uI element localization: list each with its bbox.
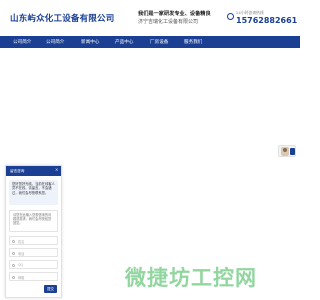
service-badge-icon bbox=[290, 148, 295, 155]
message-panel-title: 留言咨询 bbox=[10, 168, 25, 173]
service-avatar-icon bbox=[281, 147, 289, 156]
greeting-message: 您好您好光临，当前在线客人员不在线，请留言，不会错过，我们会尽快联系您。 bbox=[9, 180, 58, 205]
submit-button[interactable]: 提交 bbox=[44, 285, 57, 293]
nav-item-about[interactable]: 公司简介 bbox=[46, 39, 64, 45]
nav-item-news[interactable]: 新闻中心 bbox=[81, 39, 99, 45]
email-field[interactable]: 邮箱 bbox=[9, 272, 58, 281]
hotline-number[interactable]: 15762882661 bbox=[236, 16, 297, 25]
qq-field-label: QQ bbox=[18, 263, 24, 268]
close-icon[interactable]: × bbox=[55, 168, 58, 172]
user-icon bbox=[12, 239, 15, 243]
watermark: 微捷坊工控网 bbox=[125, 266, 257, 290]
message-input[interactable] bbox=[9, 210, 58, 232]
qq-field[interactable]: QQ bbox=[9, 260, 58, 269]
nav-item-home[interactable]: 公司简介 bbox=[13, 39, 31, 45]
qq-icon bbox=[12, 263, 15, 267]
nav-item-contact[interactable]: 服务我们 bbox=[184, 39, 202, 45]
name-field[interactable]: 姓名 bbox=[9, 236, 58, 245]
email-icon bbox=[12, 275, 15, 279]
phone-icon bbox=[12, 251, 15, 255]
email-field-label: 邮箱 bbox=[18, 276, 25, 281]
message-panel: 留言咨询 × 您好您好光临，当前在线客人员不在线，请留言，不会错过，我们会尽快联… bbox=[5, 165, 62, 298]
company-logo-text[interactable]: 山东屿众化工设备有限公司 bbox=[10, 12, 114, 24]
main-nav: 公司简介 公司简介 新闻中心 产品中心 厂房设备 服务我们 bbox=[0, 36, 300, 48]
company-subtitle: 济宁吉瑞化工设备有限公司 bbox=[138, 19, 199, 25]
message-panel-header: 留言咨询 × bbox=[6, 166, 61, 176]
phone-field-label: 电话 bbox=[18, 252, 25, 257]
slogan: 我们是一家研发专业、设备精良 bbox=[138, 11, 211, 17]
site-header: 山东屿众化工设备有限公司 我们是一家研发专业、设备精良 济宁吉瑞化工设备有限公司… bbox=[0, 0, 300, 33]
customer-service-float[interactable] bbox=[278, 145, 296, 157]
nav-item-products[interactable]: 产品中心 bbox=[115, 39, 133, 45]
nav-item-facilities[interactable]: 厂房设备 bbox=[150, 39, 168, 45]
name-field-label: 姓名 bbox=[18, 240, 25, 245]
phone-icon bbox=[227, 13, 234, 20]
phone-field[interactable]: 电话 bbox=[9, 248, 58, 257]
